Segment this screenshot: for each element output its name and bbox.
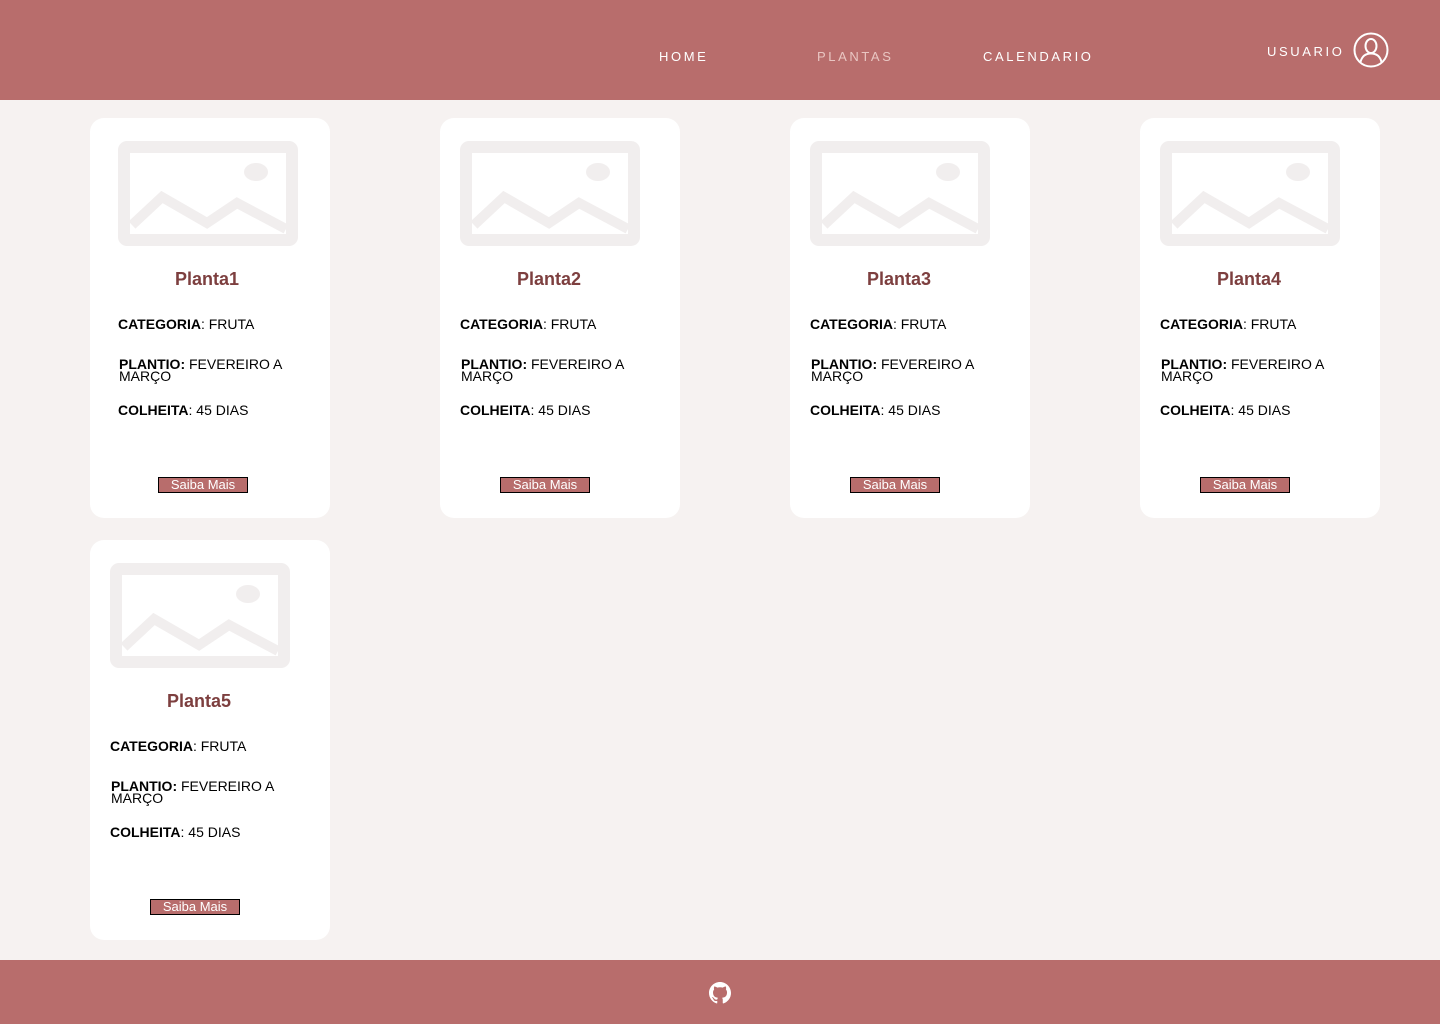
nav-calendario-link[interactable]: CALENDARIO (983, 49, 1094, 64)
colheita-info: COLHEITA: 45 DIAS (460, 402, 630, 418)
colheita-label: COLHEITA (110, 824, 181, 840)
colheita-label: COLHEITA (1160, 402, 1231, 418)
colheita-info: COLHEITA: 45 DIAS (810, 402, 980, 418)
plantio-info: PLANTIO: FEVEREIRO A MARÇO (1161, 357, 1331, 383)
plant-card: Planta2 CATEGORIA: FRUTA PLANTIO: FEVERE… (440, 118, 680, 518)
saiba-mais-button[interactable]: Saiba Mais (850, 477, 940, 493)
categoria-label: CATEGORIA (460, 316, 543, 332)
categoria-label: CATEGORIA (110, 738, 193, 754)
categoria-value: : FRUTA (1242, 316, 1297, 332)
saiba-mais-button[interactable]: Saiba Mais (500, 477, 590, 493)
colheita-info: COLHEITA: 45 DIAS (110, 824, 280, 840)
colheita-value: : 45 DIAS (880, 402, 941, 418)
plant-title: Planta4 (1216, 269, 1282, 289)
colheita-value: : 45 DIAS (1230, 402, 1291, 418)
plant-title: Planta2 (516, 269, 582, 289)
colheita-value: : 45 DIAS (180, 824, 241, 840)
colheita-label: COLHEITA (118, 402, 189, 418)
image-placeholder-icon (460, 141, 640, 246)
user-circle-icon[interactable] (1353, 32, 1389, 68)
colheita-label: COLHEITA (810, 402, 881, 418)
plantio-info: PLANTIO: FEVEREIRO A MARÇO (811, 357, 981, 383)
image-placeholder-icon (810, 141, 990, 246)
github-icon[interactable] (709, 982, 731, 1004)
categoria-info: CATEGORIA: FRUTA (810, 316, 980, 332)
colheita-label: COLHEITA (460, 402, 531, 418)
categoria-value: : FRUTA (192, 738, 247, 754)
colheita-info: COLHEITA: 45 DIAS (1160, 402, 1330, 418)
colheita-value: : 45 DIAS (188, 402, 249, 418)
plant-title: Planta1 (174, 269, 240, 289)
categoria-value: : FRUTA (542, 316, 597, 332)
user-label[interactable]: USUARIO (1267, 44, 1344, 59)
categoria-info: CATEGORIA: FRUTA (1160, 316, 1330, 332)
nav-plantas-link[interactable]: PLANTAS (817, 49, 893, 64)
plant-card: Planta4 CATEGORIA: FRUTA PLANTIO: FEVERE… (1140, 118, 1380, 518)
plantio-info: PLANTIO: FEVEREIRO A MARÇO (461, 357, 631, 383)
saiba-mais-button[interactable]: Saiba Mais (1200, 477, 1290, 493)
colheita-value: : 45 DIAS (530, 402, 591, 418)
plant-card: Planta3 CATEGORIA: FRUTA PLANTIO: FEVERE… (790, 118, 1030, 518)
categoria-label: CATEGORIA (810, 316, 893, 332)
categoria-label: CATEGORIA (1160, 316, 1243, 332)
categoria-info: CATEGORIA: FRUTA (110, 738, 280, 754)
categoria-label: CATEGORIA (118, 316, 201, 332)
image-placeholder-icon (110, 563, 290, 668)
categoria-value: : FRUTA (200, 316, 255, 332)
categoria-value: : FRUTA (892, 316, 947, 332)
categoria-info: CATEGORIA: FRUTA (460, 316, 630, 332)
plant-card: Planta1 CATEGORIA: FRUTA PLANTIO: FEVERE… (90, 118, 330, 518)
categoria-info: CATEGORIA: FRUTA (118, 316, 288, 332)
plantio-info: PLANTIO: FEVEREIRO A MARÇO (119, 357, 289, 383)
nav-home-link[interactable]: HOME (659, 49, 708, 64)
plant-title: Planta5 (166, 691, 232, 711)
image-placeholder-icon (118, 141, 298, 246)
saiba-mais-button[interactable]: Saiba Mais (158, 477, 248, 493)
plant-title: Planta3 (866, 269, 932, 289)
saiba-mais-button[interactable]: Saiba Mais (150, 899, 240, 915)
plant-card: Planta5 CATEGORIA: FRUTA PLANTIO: FEVERE… (90, 540, 330, 940)
colheita-info: COLHEITA: 45 DIAS (118, 402, 288, 418)
header: HOME PLANTAS CALENDARIO USUARIO (0, 0, 1440, 100)
plantio-info: PLANTIO: FEVEREIRO A MARÇO (111, 779, 281, 805)
image-placeholder-icon (1160, 141, 1340, 246)
